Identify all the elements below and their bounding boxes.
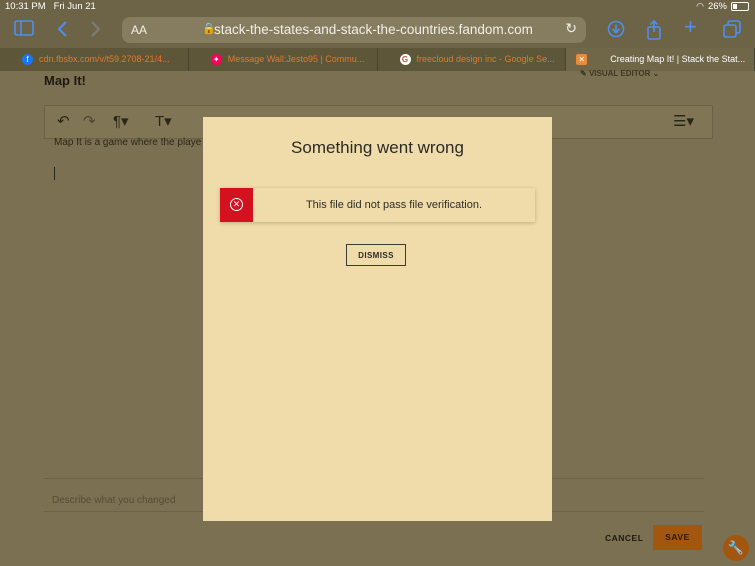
- tab-label: cdn.fbsbx.com/v/t59.2708-21/4...: [39, 54, 170, 64]
- dialog-title: Something went wrong: [291, 138, 464, 157]
- back-icon[interactable]: [56, 20, 68, 42]
- paragraph-icon[interactable]: ¶▾: [113, 112, 129, 130]
- forward-icon[interactable]: [90, 20, 102, 42]
- error-message: This file did not pass file verification…: [305, 199, 483, 211]
- facebook-icon: f: [22, 54, 33, 65]
- menu-icon[interactable]: ☰▾: [673, 112, 694, 130]
- status-date: Fri Jun 21: [53, 1, 96, 12]
- battery-icon: [731, 2, 749, 11]
- tab-label: Message Wall:Jesto95 | Commu...: [227, 54, 365, 64]
- undo-icon[interactable]: ↶: [57, 112, 70, 130]
- text-caret: [54, 167, 55, 180]
- battery-percent: 26%: [707, 1, 727, 12]
- tab-creating-map-it[interactable]: ✕ Creating Map It! | Stack the Stat...: [566, 48, 755, 71]
- save-button[interactable]: SAVE: [653, 525, 702, 550]
- text-style-icon[interactable]: T▾: [155, 112, 172, 130]
- redo-icon[interactable]: ↷: [83, 112, 96, 130]
- page-title: Map It!: [44, 73, 86, 88]
- editor-mode-switch[interactable]: ✎ VISUAL EDITOR ⌄: [580, 69, 659, 78]
- reload-icon[interactable]: ↻: [565, 20, 577, 37]
- download-icon[interactable]: [607, 20, 625, 42]
- browser-toolbar: AA 🔒 stack-the-states-and-stack-the-coun…: [0, 14, 755, 48]
- tab-facebook-cdn[interactable]: f cdn.fbsbx.com/v/t59.2708-21/4...: [0, 48, 189, 71]
- fandom-icon: ✦: [210, 54, 222, 65]
- dismiss-button[interactable]: DISMISS: [346, 244, 406, 266]
- wrench-icon[interactable]: 🔧: [723, 535, 749, 561]
- status-bar: 10:31 PM Fri Jun 21 ◠ 26%: [0, 0, 755, 14]
- pencil-icon: ✎: [580, 69, 589, 78]
- wifi-icon: ◠: [696, 1, 704, 11]
- error-dialog: Something went wrong ✕ This file did not…: [203, 117, 552, 521]
- error-icon-box: ✕: [220, 188, 253, 222]
- edit-summary-input[interactable]: Describe what you changed: [52, 495, 175, 506]
- google-icon: G: [399, 54, 411, 65]
- error-alert: ✕ This file did not pass file verificati…: [220, 188, 535, 222]
- share-icon[interactable]: [646, 19, 662, 44]
- close-icon[interactable]: ✕: [576, 54, 588, 65]
- sidebar-icon[interactable]: [14, 20, 34, 40]
- chevron-down-icon: ⌄: [652, 69, 660, 78]
- error-circle-x-icon: ✕: [230, 198, 243, 211]
- tab-label: Creating Map It! | Stack the Stat...: [610, 54, 746, 64]
- text-size-button[interactable]: AA: [131, 23, 147, 37]
- status-time: 10:31 PM: [5, 1, 46, 12]
- new-tab-icon[interactable]: +: [684, 16, 697, 38]
- article-text[interactable]: Map It is a game where the playe: [54, 137, 201, 148]
- tabs-overview-icon[interactable]: [723, 20, 741, 42]
- url-text[interactable]: stack-the-states-and-stack-the-countries…: [214, 22, 533, 37]
- tab-strip: f cdn.fbsbx.com/v/t59.2708-21/4... ✦ Mes…: [0, 48, 755, 71]
- cancel-button[interactable]: CANCEL: [605, 533, 643, 543]
- tab-google-search[interactable]: G freecloud design inc - Google Se...: [378, 48, 567, 71]
- tab-message-wall[interactable]: ✦ Message Wall:Jesto95 | Commu...: [189, 48, 378, 71]
- address-bar[interactable]: AA 🔒 stack-the-states-and-stack-the-coun…: [122, 17, 586, 43]
- tab-label: freecloud design inc - Google Se...: [416, 54, 555, 64]
